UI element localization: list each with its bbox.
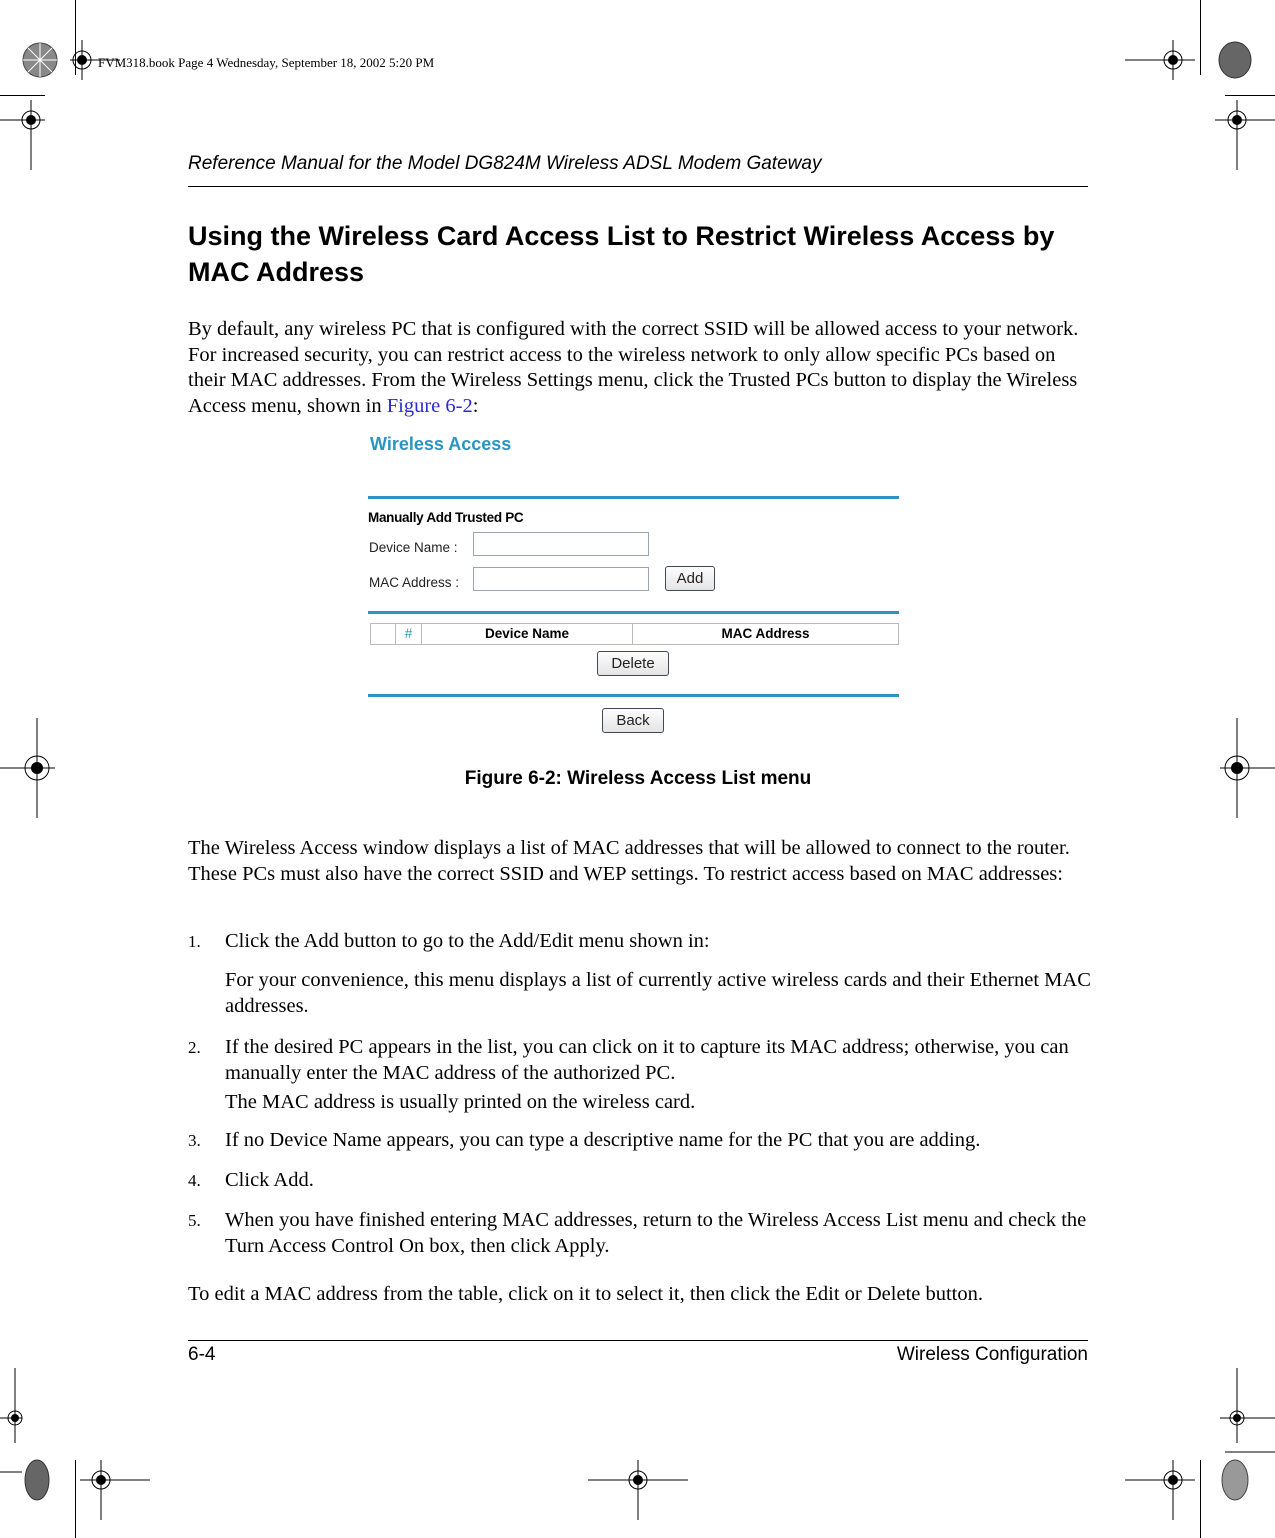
page-number: 6-4 — [188, 1344, 216, 1365]
header-rule — [188, 186, 1088, 187]
registration-mark-icon — [0, 100, 45, 170]
registration-mark-icon — [588, 1460, 688, 1520]
mac-address-column-header: MAC Address — [721, 626, 810, 641]
crop-line — [1200, 1460, 1201, 1538]
registration-mark-icon — [1215, 100, 1275, 170]
select-column-header — [371, 624, 396, 644]
running-header: Reference Manual for the Model DG824M Wi… — [188, 153, 822, 174]
crop-line — [1200, 0, 1201, 75]
number-column-header: # — [396, 624, 422, 644]
back-button[interactable]: Back — [602, 708, 664, 733]
divider-bar — [368, 496, 899, 499]
registration-mark-icon — [80, 1460, 150, 1520]
closing-paragraph: To edit a MAC address from the table, cl… — [188, 1283, 984, 1305]
body-paragraph: The Wireless Access window displays a li… — [188, 837, 1070, 885]
divider-bar — [368, 611, 899, 614]
color-bar-icon — [1218, 41, 1252, 79]
color-bar-icon — [1221, 1459, 1249, 1501]
print-slug: FVM318.book Page 4 Wednesday, September … — [98, 55, 435, 70]
access-list-table-header: # Device Name MAC Address — [370, 623, 899, 645]
mac-address-label: MAC Address : — [369, 575, 460, 590]
footer-rule — [188, 1340, 1088, 1341]
divider-bar — [368, 694, 899, 697]
delete-button[interactable]: Delete — [597, 651, 669, 676]
device-name-column-header: Device Name — [422, 624, 633, 644]
device-name-label: Device Name : — [369, 540, 458, 555]
mac-address-input[interactable] — [473, 567, 649, 591]
figure-caption: Figure 6-2: Wireless Access List menu — [464, 768, 812, 789]
registration-mark-icon — [1125, 1460, 1195, 1520]
wireless-access-figure: Wireless Access Manually Add Trusted PC … — [368, 428, 900, 738]
registration-mark-icon — [1220, 718, 1275, 818]
intro-paragraph: By default, any wireless PC that is conf… — [188, 318, 1079, 417]
crop-line — [75, 1460, 76, 1538]
registration-mark-icon — [1125, 40, 1195, 80]
figure-link[interactable]: Figure 6-2 — [387, 395, 473, 417]
add-button[interactable]: Add — [665, 566, 715, 591]
registration-mark-icon — [1220, 1368, 1275, 1453]
device-name-input[interactable] — [473, 532, 649, 556]
color-bar-icon — [22, 42, 58, 78]
section-heading: Using the Wireless Card Access List to R… — [188, 221, 1055, 287]
figure-title: Wireless Access — [370, 434, 512, 454]
crop-line — [1225, 95, 1275, 96]
chapter-name: Wireless Configuration — [896, 1344, 1088, 1365]
registration-mark-icon — [0, 718, 55, 818]
color-bar-icon — [24, 1459, 50, 1501]
section-label: Manually Add Trusted PC — [368, 510, 524, 525]
